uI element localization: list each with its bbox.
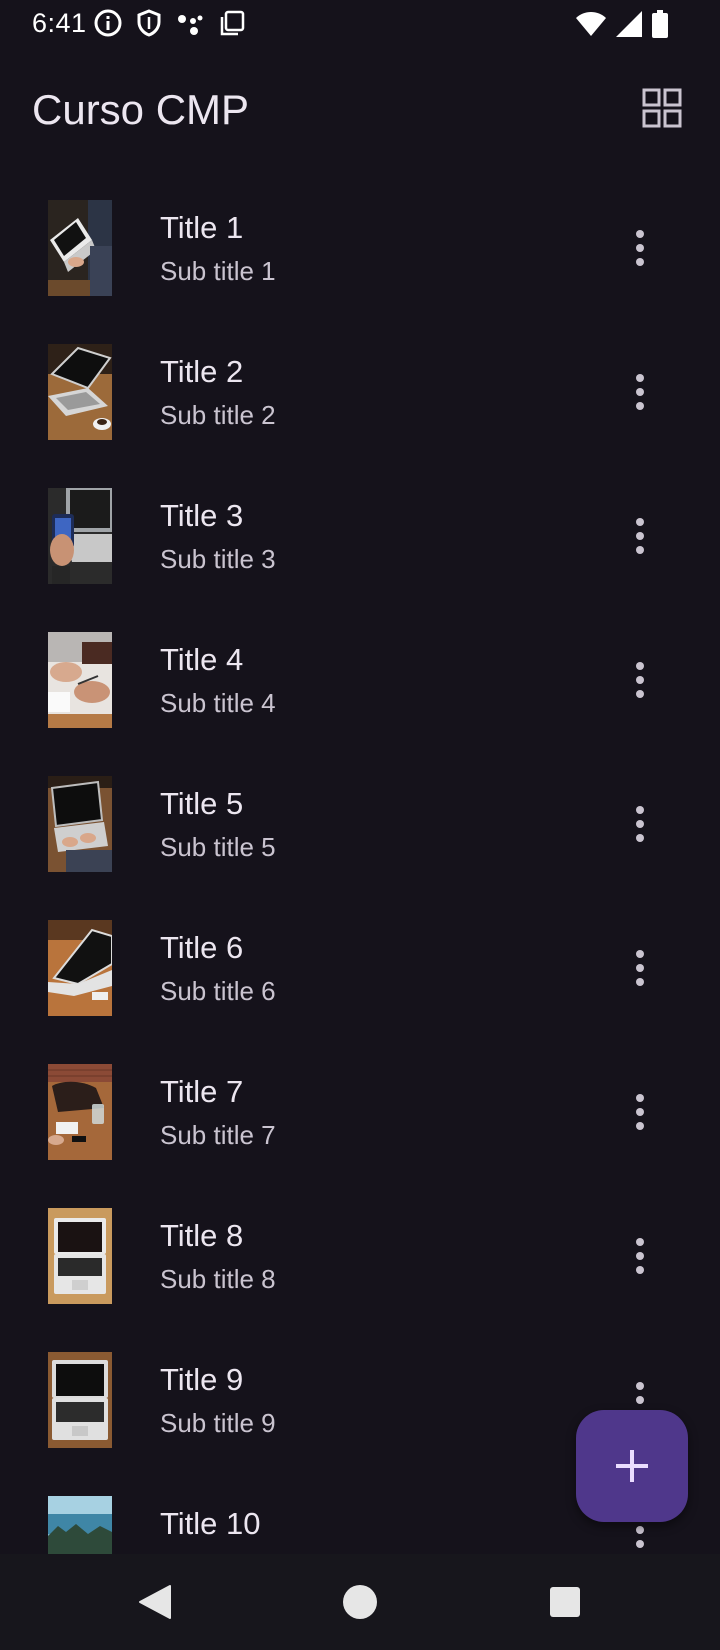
item-list[interactable]: Title 1 Sub title 1 Title 2 Sub title 2 <box>0 176 720 1554</box>
more-options-button[interactable] <box>618 512 662 560</box>
more-options-button[interactable] <box>618 224 662 272</box>
more-options-button[interactable] <box>618 368 662 416</box>
list-item[interactable]: Title 7 Sub title 7 <box>0 1040 720 1184</box>
copy-icon <box>218 9 246 37</box>
info-icon <box>94 9 122 37</box>
recents-button[interactable] <box>549 1586 581 1623</box>
phone-laptop-photo <box>48 488 112 584</box>
item-title: Title 1 <box>160 210 244 245</box>
sea-landscape-photo <box>48 1496 112 1554</box>
item-title: Title 2 <box>160 354 244 389</box>
top-app-bar: Curso CMP <box>0 64 720 160</box>
more-vert-icon <box>636 1238 644 1274</box>
list-item[interactable]: Title 6 Sub title 6 <box>0 896 720 1040</box>
item-subtitle: Sub title 5 <box>160 832 276 862</box>
app-title: Curso CMP <box>32 86 250 133</box>
item-title: Title 9 <box>160 1362 244 1397</box>
desk-brick-wall-photo <box>48 1064 112 1160</box>
add-item-fab[interactable] <box>576 1410 688 1522</box>
status-bar: 6:41 <box>0 0 720 48</box>
more-vert-icon <box>636 1094 644 1130</box>
back-button[interactable] <box>138 1584 172 1625</box>
status-notification-icons <box>94 9 246 37</box>
item-subtitle: Sub title 9 <box>160 1408 276 1438</box>
add-icon <box>616 1450 648 1482</box>
more-options-button[interactable] <box>618 1520 662 1554</box>
item-subtitle: Sub title 6 <box>160 976 276 1006</box>
home-button[interactable] <box>342 1584 378 1625</box>
more-vert-icon <box>636 518 644 554</box>
home-icon <box>343 1585 377 1619</box>
list-item[interactable]: Title 4 Sub title 4 <box>0 608 720 752</box>
more-vert-icon <box>636 1526 644 1548</box>
laptop-typing-photo <box>48 200 112 296</box>
laptop-topdown-photo <box>48 1352 112 1448</box>
grid-view-button[interactable] <box>642 88 686 132</box>
list-item[interactable]: Title 8 Sub title 8 <box>0 1184 720 1328</box>
laptop-desk-photo <box>48 920 112 1016</box>
more-vert-icon <box>636 662 644 698</box>
more-options-button[interactable] <box>618 944 662 992</box>
writing-hands-photo <box>48 632 112 728</box>
more-vert-icon <box>636 374 644 410</box>
more-vert-icon <box>636 806 644 842</box>
list-item[interactable]: Title 3 Sub title 3 <box>0 464 720 608</box>
shield-icon <box>136 9 162 37</box>
item-title: Title 8 <box>160 1218 244 1253</box>
list-item[interactable]: Title 2 Sub title 2 <box>0 320 720 464</box>
more-vert-icon <box>636 950 644 986</box>
laptop-typing-photo <box>48 776 112 872</box>
item-subtitle: Sub title 3 <box>160 544 276 574</box>
grid-view-icon <box>642 88 682 128</box>
item-subtitle: Sub title 2 <box>160 400 276 430</box>
laptop-topdown-photo <box>48 1208 112 1304</box>
wifi-icon <box>576 11 606 37</box>
system-navigation-bar <box>0 1554 720 1650</box>
more-vert-icon <box>636 230 644 266</box>
item-title: Title 10 <box>160 1506 261 1541</box>
item-subtitle: Sub title 7 <box>160 1120 276 1150</box>
item-subtitle: Sub title 4 <box>160 688 276 718</box>
more-options-button[interactable] <box>618 656 662 704</box>
status-system-icons <box>576 10 668 38</box>
assistant-dots-icon <box>176 9 204 37</box>
signal-icon <box>616 11 642 37</box>
item-title: Title 3 <box>160 498 244 533</box>
back-icon <box>139 1585 171 1619</box>
item-title: Title 4 <box>160 642 244 677</box>
list-item[interactable]: Title 1 Sub title 1 <box>0 176 720 320</box>
laptop-coffee-photo <box>48 344 112 440</box>
list-item[interactable]: Title 5 Sub title 5 <box>0 752 720 896</box>
item-title: Title 5 <box>160 786 244 821</box>
item-subtitle: Sub title 1 <box>160 256 276 286</box>
recents-icon <box>550 1587 580 1617</box>
more-options-button[interactable] <box>618 1232 662 1280</box>
more-options-button[interactable] <box>618 1088 662 1136</box>
more-options-button[interactable] <box>618 800 662 848</box>
status-time: 6:41 <box>32 8 87 38</box>
item-title: Title 7 <box>160 1074 244 1109</box>
battery-icon <box>652 10 668 38</box>
item-subtitle: Sub title 8 <box>160 1264 276 1294</box>
item-title: Title 6 <box>160 930 244 965</box>
